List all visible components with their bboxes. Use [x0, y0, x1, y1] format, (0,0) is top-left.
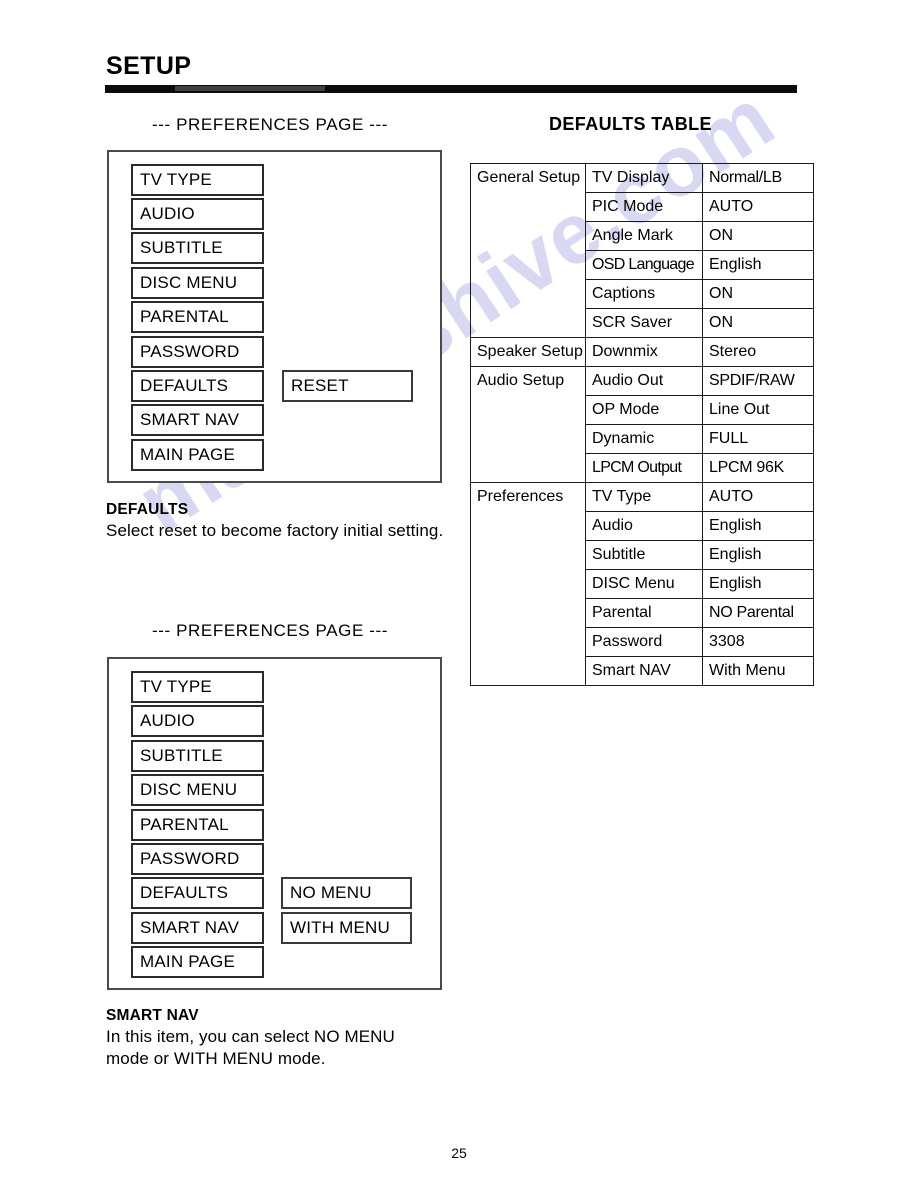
menu-item-audio[interactable]: AUDIO — [131, 198, 264, 230]
menu-item-tv-type-2[interactable]: TV TYPE — [131, 671, 264, 703]
caption-body-defaults: Select reset to become factory initial s… — [106, 521, 444, 540]
menu-item-subtitle-2[interactable]: SUBTITLE — [131, 740, 264, 772]
table-cell-value: SPDIF/RAW — [702, 366, 814, 396]
table-cell-value: ON — [702, 221, 814, 251]
table-cell-item: Subtitle — [585, 540, 703, 570]
header-rule — [105, 85, 797, 93]
caption-title-defaults: DEFAULTS — [106, 501, 189, 518]
table-cell-item: SCR Saver — [585, 308, 703, 338]
panel-one-heading: --- PREFERENCES PAGE --- — [152, 115, 389, 134]
table-cell-value: English — [702, 250, 814, 280]
table-cell-item: PIC Mode — [585, 192, 703, 222]
menu-item-smart-nav-2[interactable]: SMART NAV — [131, 912, 264, 944]
manual-page: SETUP --- PREFERENCES PAGE --- TV TYPE A… — [0, 0, 918, 1188]
menu-item-audio-2[interactable]: AUDIO — [131, 705, 264, 737]
table-cell-item: Dynamic — [585, 424, 703, 454]
table-cell-value: Stereo — [702, 337, 814, 367]
menu-item-subtitle[interactable]: SUBTITLE — [131, 232, 264, 264]
table-cell-value: AUTO — [702, 192, 814, 222]
table-cell-item: Downmix — [585, 337, 703, 367]
table-row: Audio Setup Audio Out SPDIF/RAW — [470, 366, 814, 483]
table-cell-value: LPCM 96K — [702, 453, 814, 483]
submenu-item-no-menu[interactable]: NO MENU — [281, 877, 412, 909]
table-cell-value: With Menu — [702, 656, 814, 686]
table-cell-value: Line Out — [702, 395, 814, 425]
menu-item-main-page[interactable]: MAIN PAGE — [131, 439, 264, 471]
submenu-item-reset[interactable]: RESET — [282, 370, 413, 402]
defaults-table: General Setup TV Display Normal/LB PIC Mode… — [470, 163, 814, 686]
table-cell-value: 3308 — [702, 627, 814, 657]
table-cell-value: NO Parental — [702, 598, 814, 628]
menu-item-password-2[interactable]: PASSWORD — [131, 843, 264, 875]
table-cell-item: TV Type — [585, 482, 703, 512]
menu-item-defaults-2[interactable]: DEFAULTS — [131, 877, 264, 909]
table-cell-value: ON — [702, 279, 814, 309]
table-cell-item: Password — [585, 627, 703, 657]
defaults-table-wrapper: General Setup TV Display Normal/LB PIC Mode… — [470, 163, 814, 686]
table-cell-value: ON — [702, 308, 814, 338]
menu-item-parental[interactable]: PARENTAL — [131, 301, 264, 333]
menu-item-disc-menu-2[interactable]: DISC MENU — [131, 774, 264, 806]
caption-title-smart-nav: SMART NAV — [106, 1007, 199, 1024]
caption-body-smart-nav: In this item, you can select NO MENU mod… — [106, 1027, 395, 1068]
table-cell-item: Parental — [585, 598, 703, 628]
table-row: Speaker Setup Downmix Stereo — [470, 337, 814, 367]
table-cell-group: Audio Setup — [470, 366, 586, 483]
table-cell-item: OSD Language — [585, 250, 703, 280]
table-cell-item: TV Display — [585, 163, 703, 193]
menu-item-tv-type[interactable]: TV TYPE — [131, 164, 264, 196]
table-cell-value: FULL — [702, 424, 814, 454]
table-cell-group: Speaker Setup — [470, 337, 586, 367]
defaults-table-title: DEFAULTS TABLE — [549, 114, 712, 134]
page-title: SETUP — [106, 52, 192, 80]
table-cell-item: DISC Menu — [585, 569, 703, 599]
table-cell-item: Smart NAV — [585, 656, 703, 686]
menu-item-smart-nav[interactable]: SMART NAV — [131, 404, 264, 436]
menu-item-defaults[interactable]: DEFAULTS — [131, 370, 264, 402]
menu-item-disc-menu[interactable]: DISC MENU — [131, 267, 264, 299]
table-cell-value: AUTO — [702, 482, 814, 512]
table-cell-item: Audio — [585, 511, 703, 541]
page-number: 25 — [451, 1145, 467, 1161]
table-cell-item: Audio Out — [585, 366, 703, 396]
submenu-item-with-menu[interactable]: WITH MENU — [281, 912, 412, 944]
defaults-table-body: General Setup TV Display Normal/LB PIC Mode… — [470, 163, 814, 686]
table-cell-value: English — [702, 569, 814, 599]
table-cell-item: Captions — [585, 279, 703, 309]
table-row: Preferences TV Type AUTO — [470, 482, 814, 686]
table-row: General Setup TV Display Normal/LB — [470, 163, 814, 338]
table-cell-group: General Setup — [470, 163, 586, 338]
panel-two-heading: --- PREFERENCES PAGE --- — [152, 621, 389, 640]
menu-item-parental-2[interactable]: PARENTAL — [131, 809, 264, 841]
table-cell-value: English — [702, 540, 814, 570]
menu-item-main-page-2[interactable]: MAIN PAGE — [131, 946, 264, 978]
table-cell-item: Angle Mark — [585, 221, 703, 251]
table-cell-item: LPCM Output — [585, 453, 703, 483]
menu-item-password[interactable]: PASSWORD — [131, 336, 264, 368]
table-cell-value: English — [702, 511, 814, 541]
table-cell-item: OP Mode — [585, 395, 703, 425]
table-cell-value: Normal/LB — [702, 163, 814, 193]
table-cell-group: Preferences — [470, 482, 586, 686]
